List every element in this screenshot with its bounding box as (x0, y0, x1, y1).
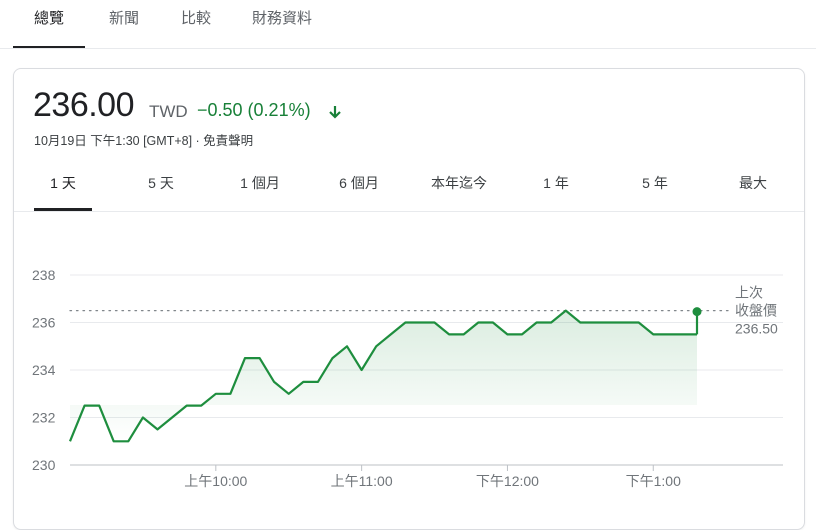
previous-close-value: 236.50 (735, 321, 778, 337)
x-tick-label: 上午11:00 (331, 473, 393, 489)
price-area-fill (70, 310, 697, 442)
previous-close-label: 上次 (735, 285, 763, 301)
x-tick-label: 下午1:00 (626, 473, 681, 489)
price-chart[interactable]: 230 232 234 236 238 上午10:00 上午11:00 下午12:00 下午1:… (0, 0, 816, 504)
previous-close-label: 收盤價 (735, 303, 777, 319)
x-tick-label: 上午10:00 (184, 473, 247, 489)
x-tick-label: 下午12:00 (476, 473, 539, 489)
current-price-dot (692, 307, 702, 317)
y-tick-label: 232 (32, 410, 56, 426)
y-tick-label: 230 (32, 457, 56, 473)
y-tick-label: 238 (32, 267, 56, 283)
y-tick-label: 236 (32, 315, 56, 331)
y-tick-label: 234 (32, 362, 56, 378)
